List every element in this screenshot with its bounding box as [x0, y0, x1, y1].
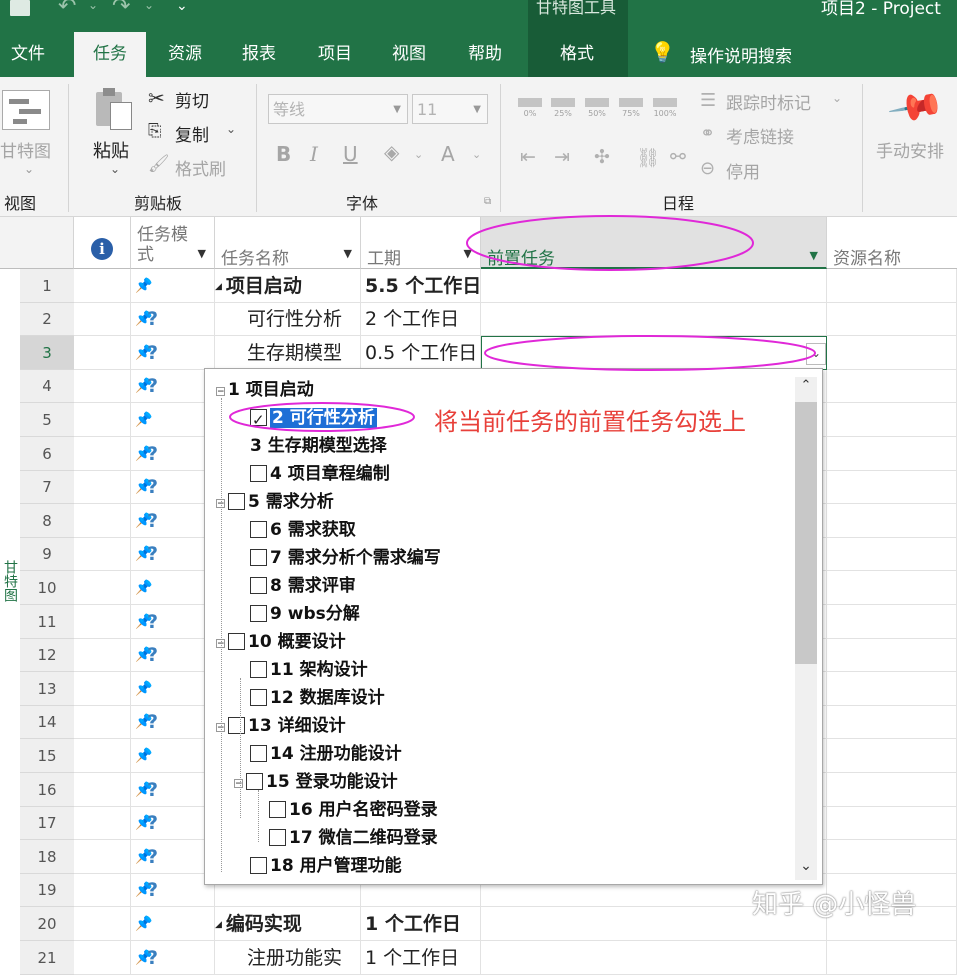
cell-duration[interactable]: 1 个工作日	[361, 941, 481, 975]
cell-pred[interactable]	[481, 941, 827, 975]
task-name: 注册功能实	[247, 947, 343, 969]
highlight-ellipse-cell	[484, 335, 816, 371]
cell-info[interactable]	[74, 941, 131, 975]
cell-mode[interactable]: 📌?	[131, 941, 215, 975]
annotation-overlay	[229, 215, 816, 432]
question-mark-icon: ?	[147, 947, 159, 969]
cell-res[interactable]	[827, 941, 957, 975]
cell-name[interactable]: 注册功能实	[215, 941, 361, 975]
row-number[interactable]: 21	[20, 941, 74, 975]
watermark: 知乎 @小怪兽	[752, 890, 917, 920]
annotation-text: 将当前任务的前置任务勾选上	[434, 408, 746, 436]
highlight-ellipse-header	[466, 215, 754, 271]
task-duration: 1 个工作日	[365, 947, 460, 969]
highlight-ellipse-item	[229, 402, 415, 432]
